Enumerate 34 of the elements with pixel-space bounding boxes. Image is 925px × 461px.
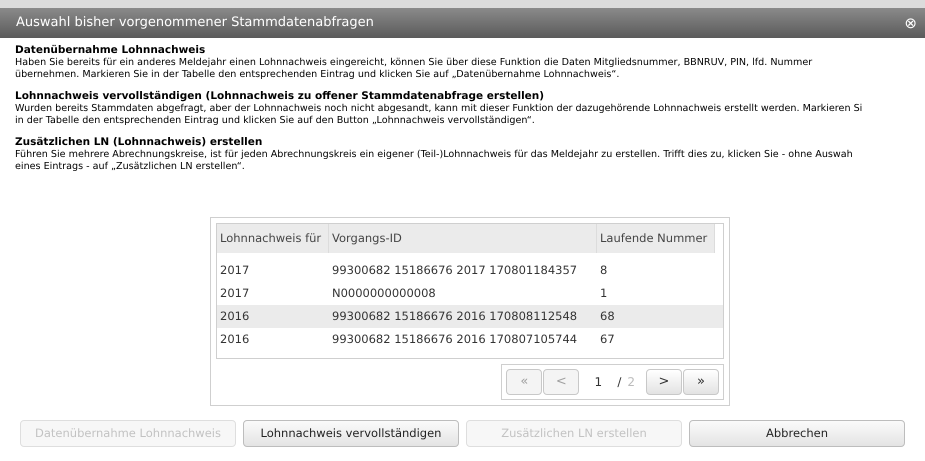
table-row[interactable]: 2016 99300682 15186676 2016 170807105744 67 [217,328,723,351]
table-cell-text: 99300682 15186676 2017 170801184357 [331,262,578,279]
section-heading: Datenübernahme Lohnnachweis [15,44,206,57]
close-button[interactable]: ⊗ [904,16,917,30]
column-header[interactable]: Lohnnachweis für [217,224,329,253]
table-cell-text: 2016 [219,308,250,325]
column-header[interactable]: Laufende Nummer [597,224,715,253]
section-text: Haben Sie bereits für ein anderes Meldejahr einen Lohnnachweis eingereicht, können Sie über diese Funktion die Daten Mitgliedsnummer, BBNRUV, PIN, lfd. Nummer übernehmen. Markieren Sie in der Tabelle den entsprechenden Eintrag und klicken Sie auf „Datenübernahme Lohnnachweis“. [15,57,814,81]
page-separator: / [617,374,622,391]
table-cell-text: 2017 [219,284,250,302]
table-cell-text: 68 [599,308,616,325]
table-cell-text: 99300682 15186676 2016 170807105744 [331,330,578,348]
table-row[interactable]: 2017 99300682 15186676 2017 170801184357 8 [217,259,723,282]
section-text: Wurden bereits Stammdaten abgefragt, aber der Lohnnachweis noch nicht abgesandt, kann mit dieser Funktion der dazugehörende Lohnnachweis erstellt werden. Markieren Si in der Tabelle den entsprechenden Eintrag und klicken Sie auf den Button „Lohnnachweis vervollständigen“. [15,103,864,127]
table-cell-text: 2017 [219,262,250,279]
section-text: Führen Sie mehrere Abrechnungskreise, ist für jeden Abrechnungskreis ein eigener (Teil-)Lohnnachweis für das Meldejahr zu erstellen. Trifft dies zu, klicken Sie - ohne Auswah eines Eintrags - auf „Zusätzlichen LN erstellen“. [15,149,854,173]
action-button[interactable]: Abbrechen [689,420,905,447]
table-cell-text: 1 [599,284,608,302]
column-header[interactable]: Vorgangs-ID [329,224,597,253]
window-title: Auswahl bisher vorgenommener Stammdatenabfragen [16,14,374,32]
table-cell-text: 8 [599,262,608,279]
table-cell-text: 67 [599,330,616,348]
table-cell-text: 99300682 15186676 2016 170808112548 [331,308,578,325]
section-heading: Lohnnachweis vervollständigen (Lohnnachweis zu offener Stammdatenabfrage erstellen) [15,90,546,103]
table-cell-text: N0000000000008 [331,284,437,302]
table-cell-text: 2016 [219,330,250,348]
pager-button[interactable]: » [683,369,719,395]
action-button[interactable]: Lohnnachweis vervollständigen [243,420,459,447]
page-total: 2 [627,374,635,391]
pager-button[interactable]: > [646,369,682,395]
table-row[interactable]: 2016 99300682 15186676 2016 170808112548 68 [217,305,723,328]
page-number: 1 [593,374,604,391]
table-row[interactable]: 2017 N0000000000008 1 [217,282,723,305]
section-heading: Zusätzlichen LN (Lohnnachweis) erstellen [15,136,264,149]
